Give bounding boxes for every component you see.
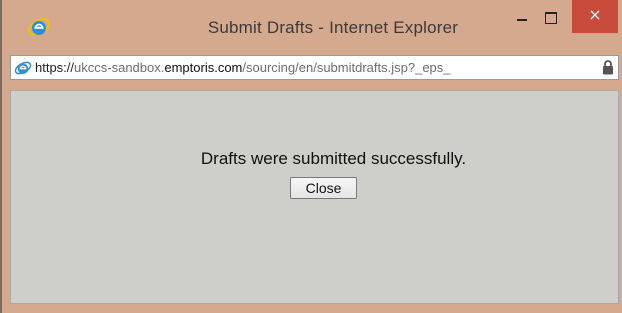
dialog-content: Drafts were submitted successfully. Clos… <box>10 90 619 304</box>
url-scheme: https:// <box>35 60 75 75</box>
success-message: Drafts were submitted successfully. <box>200 149 467 168</box>
close-window-button[interactable]: × <box>572 0 618 33</box>
internet-explorer-icon <box>14 61 32 75</box>
close-button[interactable]: Close <box>290 177 357 199</box>
url-text[interactable]: https://ukccs-sandbox.emptoris.com/sourc… <box>35 60 451 75</box>
url-domain: emptoris.com <box>164 60 243 75</box>
title-bar[interactable]: Submit Drafts - Internet Explorer × <box>2 0 622 54</box>
url-host-prefix: ukccs-sandbox. <box>74 60 165 75</box>
browser-window: Submit Drafts - Internet Explorer × http… <box>0 0 622 313</box>
close-icon: × <box>588 5 602 24</box>
lock-icon[interactable] <box>602 60 614 75</box>
minimize-button[interactable] <box>509 6 535 32</box>
address-bar[interactable]: https://ukccs-sandbox.emptoris.com/sourc… <box>10 55 619 80</box>
url-path: /sourcing/en/submitdrafts.jsp?_eps_ <box>242 60 451 75</box>
maximize-button[interactable] <box>538 6 564 32</box>
